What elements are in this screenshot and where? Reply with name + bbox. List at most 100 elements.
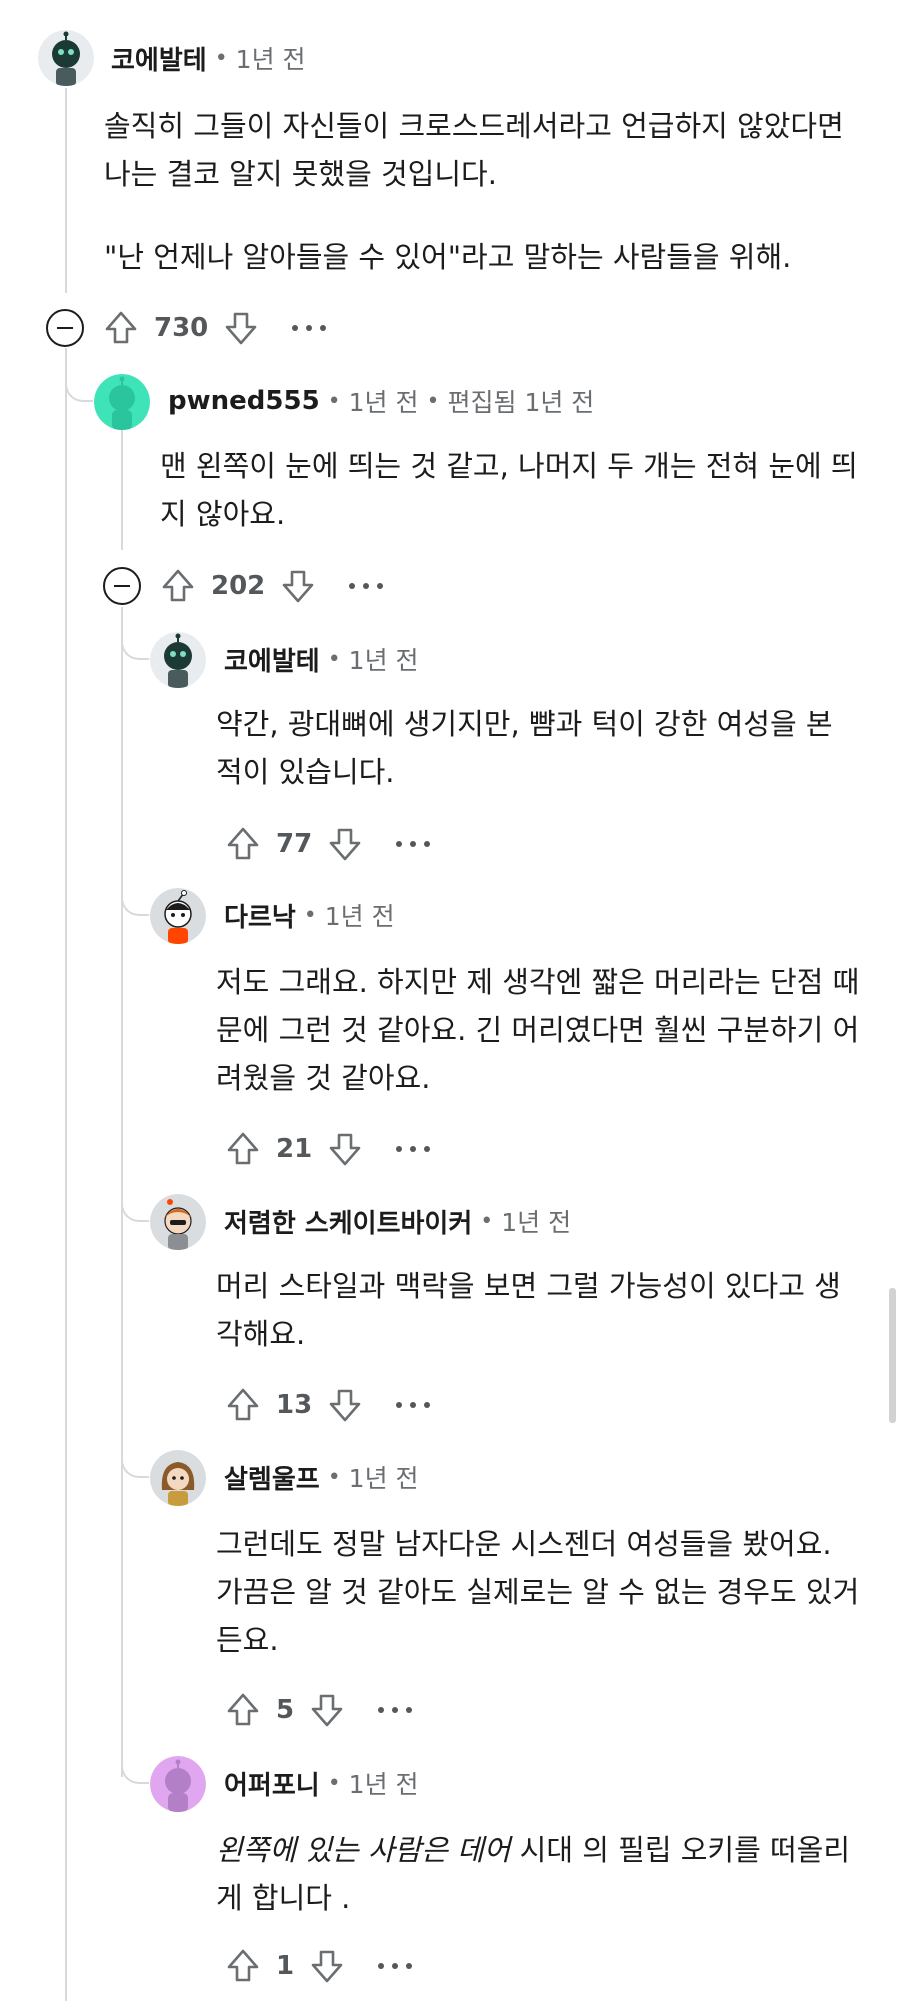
more-options-icon[interactable] — [396, 1130, 431, 1168]
vote-score: 77 — [276, 829, 313, 859]
separator-dot: • — [214, 45, 228, 71]
separator-dot: • — [327, 1464, 341, 1490]
more-options-icon[interactable] — [349, 567, 384, 605]
comment-actions: 5 — [224, 1688, 413, 1732]
more-options-icon[interactable] — [378, 1947, 413, 1985]
thread-elbow — [121, 1448, 149, 1478]
vote-score: 13 — [276, 1390, 313, 1420]
comment-meta: pwned555 • 1년 전 • 편집됨 1년 전 — [168, 383, 594, 419]
upvote-arrow-icon[interactable] — [224, 825, 262, 863]
timestamp: 1년 전 — [348, 1770, 419, 1799]
vote-score: 5 — [276, 1695, 295, 1725]
comment-meta: 코에발테 • 1년 전 — [111, 40, 306, 76]
avatar[interactable] — [150, 1756, 206, 1812]
comment-body: 저도 그래요. 하지만 제 생각엔 짧은 머리라는 단점 때문에 그런 것 같아… — [216, 958, 866, 1102]
downvote-arrow-icon[interactable] — [222, 309, 260, 347]
vote-score: 730 — [154, 313, 209, 343]
author-name[interactable]: 코에발테 — [111, 40, 207, 77]
downvote-arrow-icon[interactable] — [326, 825, 364, 863]
scrollbar[interactable] — [889, 1288, 896, 1423]
upvote-arrow-icon[interactable] — [102, 309, 140, 347]
italic-text: 왼쪽에 있는 사람은 데어 — [216, 1833, 511, 1867]
thread-elbow — [121, 630, 149, 660]
comment-actions: 13 — [224, 1383, 431, 1427]
avatar[interactable] — [150, 1194, 206, 1250]
comment-body: 그런데도 정말 남자다운 시스젠더 여성들을 봤어요. 가끔은 알 것 같아도 … — [216, 1520, 866, 1664]
comment-paragraph: 저도 그래요. 하지만 제 생각엔 짧은 머리라는 단점 때문에 그런 것 같아… — [216, 965, 860, 1095]
separator-dot: • — [327, 646, 341, 672]
comment-paragraph: 왼쪽에 있는 사람은 데어 시대 의 필립 오키를 떠올리게 합니다 . — [216, 1826, 866, 1922]
comment-actions: 1 — [224, 1944, 413, 1988]
collapse-thread-icon[interactable] — [46, 309, 84, 347]
author-name[interactable]: pwned555 — [168, 386, 320, 416]
more-options-icon[interactable] — [292, 309, 327, 347]
timestamp: 1년 전 — [348, 1464, 419, 1493]
author-name[interactable]: 다르낙 — [224, 897, 296, 934]
thread-elbow — [65, 372, 93, 402]
comment-actions: 21 — [224, 1127, 431, 1171]
comment-body: 왼쪽에 있는 사람은 데어 시대 의 필립 오키를 떠올리게 합니다 . — [216, 1826, 866, 1922]
author-name[interactable]: 저렴한 스케이트바이커 — [224, 1203, 472, 1240]
comment-paragraph: 머리 스타일과 맥락을 보면 그럴 가능성이 있다고 생각해요. — [216, 1269, 841, 1351]
comment-meta: 다르낙 • 1년 전 — [224, 897, 395, 933]
more-options-icon[interactable] — [396, 1386, 431, 1424]
collapse-thread-icon[interactable] — [103, 567, 141, 605]
upvote-arrow-icon[interactable] — [159, 567, 197, 605]
separator-dot: • — [327, 388, 341, 414]
comment-meta: 살렘울프 • 1년 전 — [224, 1459, 419, 1495]
timestamp: 1년 전 — [348, 388, 419, 417]
comment-body: 맨 왼쪽이 눈에 띄는 것 같고, 나머지 두 개는 전혀 눈에 띄지 않아요. — [160, 442, 860, 538]
timestamp: 1년 전 — [324, 902, 395, 931]
comment-meta: 어퍼포니 • 1년 전 — [224, 1765, 419, 1801]
comment-body: 약간, 광대뼈에 생기지만, 뺨과 턱이 강한 여성을 본 적이 있습니다. — [216, 700, 866, 796]
avatar[interactable] — [38, 30, 94, 86]
avatar[interactable] — [150, 1450, 206, 1506]
avatar[interactable] — [94, 374, 150, 430]
avatar[interactable] — [150, 632, 206, 688]
comment-paragraph: 그런데도 정말 남자다운 시스젠더 여성들을 봤어요. 가끔은 알 것 같아도 … — [216, 1527, 860, 1657]
author-name[interactable]: 어퍼포니 — [224, 1765, 320, 1802]
vote-score: 1 — [276, 1951, 295, 1981]
comment-paragraph: 맨 왼쪽이 눈에 띄는 것 같고, 나머지 두 개는 전혀 눈에 띄지 않아요. — [160, 449, 858, 531]
upvote-arrow-icon[interactable] — [224, 1691, 262, 1729]
comment-actions: 77 — [224, 822, 431, 866]
timestamp: 1년 전 — [501, 1208, 572, 1237]
downvote-arrow-icon[interactable] — [279, 567, 317, 605]
comment-paragraph: 솔직히 그들이 자신들이 크로스드레서라고 언급하지 않았다면 나는 결코 알지… — [104, 109, 844, 191]
avatar[interactable] — [150, 888, 206, 944]
comment-actions: 730 — [46, 306, 327, 350]
comment-meta: 코에발테 • 1년 전 — [224, 641, 419, 677]
downvote-arrow-icon[interactable] — [326, 1386, 364, 1424]
upvote-arrow-icon[interactable] — [224, 1386, 262, 1424]
thread-line — [121, 430, 123, 550]
comment-body: 솔직히 그들이 자신들이 크로스드레서라고 언급하지 않았다면 나는 결코 알지… — [104, 102, 844, 281]
upvote-arrow-icon[interactable] — [224, 1947, 262, 1985]
separator-dot: • — [426, 388, 440, 414]
separator-dot: • — [480, 1208, 494, 1234]
thread-elbow — [121, 1754, 149, 1784]
separator-dot: • — [327, 1770, 341, 1796]
thread-line — [65, 88, 67, 293]
separator-dot: • — [303, 902, 317, 928]
comment-body: 머리 스타일과 맥락을 보면 그럴 가능성이 있다고 생각해요. — [216, 1262, 866, 1358]
author-name[interactable]: 코에발테 — [224, 641, 320, 678]
thread-line — [65, 348, 67, 2001]
vote-score: 202 — [211, 571, 266, 601]
edited-label: 편집됨 1년 전 — [447, 388, 595, 417]
author-name[interactable]: 살렘울프 — [224, 1459, 320, 1496]
downvote-arrow-icon[interactable] — [308, 1691, 346, 1729]
vote-score: 21 — [276, 1134, 313, 1164]
comment-actions: 202 — [103, 564, 384, 608]
timestamp: 1년 전 — [348, 646, 419, 675]
comment-paragraph: "난 언제나 알아들을 수 있어"라고 말하는 사람들을 위해. — [104, 240, 792, 274]
thread-elbow — [121, 886, 149, 916]
timestamp: 1년 전 — [235, 45, 306, 74]
downvote-arrow-icon[interactable] — [308, 1947, 346, 1985]
downvote-arrow-icon[interactable] — [326, 1130, 364, 1168]
comment-paragraph: 약간, 광대뼈에 생기지만, 뺨과 턱이 강한 여성을 본 적이 있습니다. — [216, 707, 833, 789]
upvote-arrow-icon[interactable] — [224, 1130, 262, 1168]
thread-elbow — [121, 1192, 149, 1222]
more-options-icon[interactable] — [378, 1691, 413, 1729]
more-options-icon[interactable] — [396, 825, 431, 863]
comment-meta: 저렴한 스케이트바이커 • 1년 전 — [224, 1203, 571, 1239]
